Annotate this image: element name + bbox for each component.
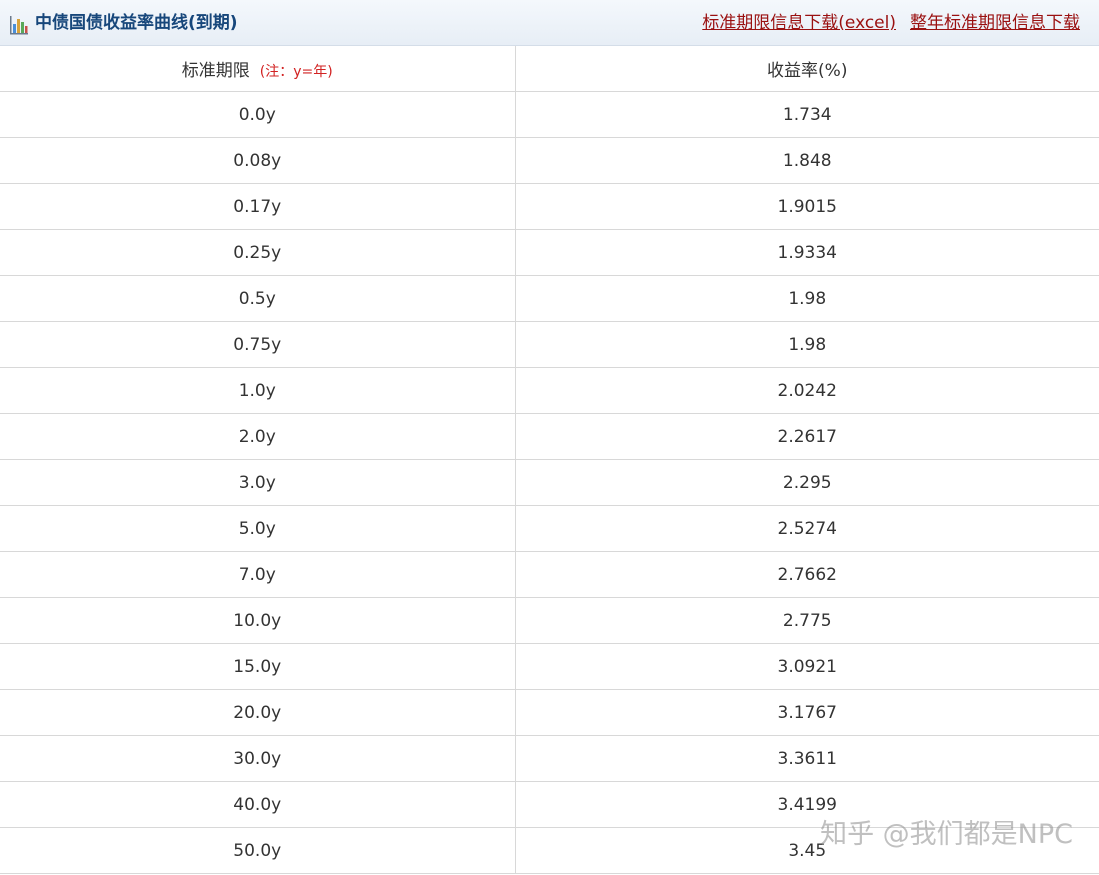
table-row: 1.0y 2.0242 [0, 367, 1099, 414]
term-cell: 0.08y [0, 137, 516, 184]
yield-cell: 1.98 [515, 275, 1099, 322]
yield-cell: 3.0921 [515, 643, 1099, 690]
table-row: 0.5y 1.98 [0, 275, 1099, 322]
table-row: 15.0y 3.0921 [0, 643, 1099, 690]
term-unit-note: (注：y=年) [259, 64, 333, 80]
term-cell: 0.0y [0, 91, 516, 138]
term-cell: 50.0y [0, 827, 516, 874]
table-row: 40.0y 3.4199 [0, 781, 1099, 828]
table-header-row: 标准期限 (注：y=年) 收益率(%) [0, 46, 1099, 92]
yield-cell: 1.98 [515, 321, 1099, 368]
yield-cell: 2.2617 [515, 413, 1099, 460]
table-row: 20.0y 3.1767 [0, 689, 1099, 736]
term-cell: 2.0y [0, 413, 516, 460]
table-row: 50.0y 3.45 [0, 827, 1099, 874]
table-row: 0.0y 1.734 [0, 91, 1099, 138]
yield-cell: 3.1767 [515, 689, 1099, 736]
term-cell: 0.17y [0, 183, 516, 230]
term-cell: 20.0y [0, 689, 516, 736]
term-cell: 5.0y [0, 505, 516, 552]
table-row: 10.0y 2.775 [0, 597, 1099, 644]
column-header-term: 标准期限 (注：y=年) [0, 46, 516, 92]
panel-header: 中债国债收益率曲线(到期) 标准期限信息下载(excel) 整年标准期限信息下载 [0, 0, 1099, 46]
term-cell: 7.0y [0, 551, 516, 598]
term-cell: 40.0y [0, 781, 516, 828]
column-header-yield: 收益率(%) [515, 46, 1099, 92]
bar-chart-icon [10, 16, 28, 35]
table-row: 5.0y 2.5274 [0, 505, 1099, 552]
table-row: 0.25y 1.9334 [0, 229, 1099, 276]
yield-cell: 1.9334 [515, 229, 1099, 276]
yield-cell: 1.734 [515, 91, 1099, 138]
term-cell: 0.25y [0, 229, 516, 276]
download-links: 标准期限信息下载(excel) 整年标准期限信息下载 [702, 12, 1080, 34]
table-row: 0.75y 1.98 [0, 321, 1099, 368]
term-cell: 0.5y [0, 275, 516, 322]
table-row: 3.0y 2.295 [0, 459, 1099, 506]
term-cell: 1.0y [0, 367, 516, 414]
yield-cell: 2.5274 [515, 505, 1099, 552]
table-row: 7.0y 2.7662 [0, 551, 1099, 598]
table-row: 30.0y 3.3611 [0, 735, 1099, 782]
yield-cell: 1.848 [515, 137, 1099, 184]
table-row: 2.0y 2.2617 [0, 413, 1099, 460]
yield-cell: 2.775 [515, 597, 1099, 644]
table-body: 0.0y 1.734 0.08y 1.848 0.17y 1.9015 0.25y 1.933… [0, 91, 1099, 874]
yield-cell: 3.45 [515, 827, 1099, 874]
yield-cell: 2.295 [515, 459, 1099, 506]
term-cell: 30.0y [0, 735, 516, 782]
term-cell: 15.0y [0, 643, 516, 690]
yield-cell: 3.4199 [515, 781, 1099, 828]
yield-cell: 2.7662 [515, 551, 1099, 598]
term-cell: 10.0y [0, 597, 516, 644]
yield-cell: 1.9015 [515, 183, 1099, 230]
download-full-year-term-link[interactable]: 整年标准期限信息下载 [910, 13, 1080, 33]
yield-cell: 2.0242 [515, 367, 1099, 414]
yield-cell: 3.3611 [515, 735, 1099, 782]
term-cell: 3.0y [0, 459, 516, 506]
term-cell: 0.75y [0, 321, 516, 368]
table-row: 0.17y 1.9015 [0, 183, 1099, 230]
page-title: 中债国债收益率曲线(到期) [35, 13, 238, 33]
column-header-term-label: 标准期限 [181, 61, 250, 81]
download-standard-term-excel-link[interactable]: 标准期限信息下载(excel) [702, 13, 896, 33]
yield-curve-table: 标准期限 (注：y=年) 收益率(%) 0.0y 1.734 0.08y 1.848 0.… [0, 46, 1099, 874]
table-row: 0.08y 1.848 [0, 137, 1099, 184]
